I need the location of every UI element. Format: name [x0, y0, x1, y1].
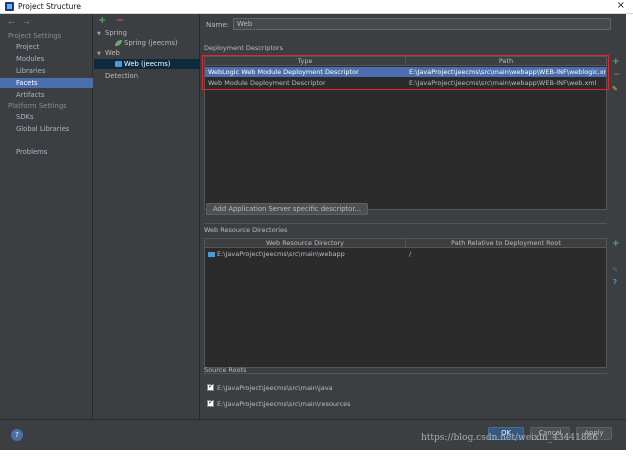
- nav-item-sdks[interactable]: SDKs: [0, 112, 93, 122]
- folder-icon: [208, 252, 215, 257]
- back-forward-arrows-icon[interactable]: ← →: [8, 18, 33, 27]
- edit-descriptor-icon[interactable]: ✎: [612, 85, 618, 93]
- intellij-app-icon: [5, 2, 14, 11]
- nav-item-problems[interactable]: Problems: [0, 147, 93, 157]
- web-facet-icon: [115, 61, 122, 67]
- name-label: Name:: [206, 21, 230, 29]
- deployment-descriptors-title: Deployment Descriptors: [204, 44, 283, 52]
- platform-settings-header: Platform Settings: [8, 102, 67, 110]
- facet-settings-panel: Name: Web Deployment Descriptors Type Pa…: [201, 14, 626, 419]
- tree-node-label: Web: [105, 49, 120, 57]
- tree-node-spring-jeecms[interactable]: Spring (jeecms): [94, 38, 200, 48]
- tree-node-spring[interactable]: ▼ Spring: [94, 28, 200, 38]
- resource-directory-path: E:\JavaProject\jeecms\src\main\webapp: [217, 250, 345, 258]
- tree-node-label: Spring (jeecms): [124, 39, 178, 47]
- remove-facet-icon[interactable]: −: [116, 15, 124, 26]
- title-bar: Project Structure ×: [0, 0, 633, 14]
- help-question-icon[interactable]: ?: [613, 278, 617, 286]
- add-resource-directory-icon[interactable]: +: [612, 239, 620, 249]
- highlight-box: [202, 55, 609, 90]
- web-resource-directories-title: Web Resource Directories: [204, 226, 288, 234]
- settings-nav: ← → Project Settings Project Modules Lib…: [0, 14, 93, 419]
- separator: [204, 223, 607, 224]
- blog-watermark: https://blog.csdn.net/weixin_43441866: [421, 433, 599, 443]
- add-server-descriptor-button[interactable]: Add Application Server specific descript…: [206, 203, 368, 215]
- web-resource-directories-table: Web Resource Directory Path Relative to …: [204, 238, 607, 368]
- resource-directory-cell: E:\JavaProject\jeecms\src\main\webapp: [205, 249, 406, 259]
- help-icon[interactable]: ?: [11, 429, 23, 441]
- project-settings-header: Project Settings: [8, 32, 62, 40]
- separator: [204, 373, 607, 374]
- table-header: Web Resource Directory Path Relative to …: [205, 239, 606, 248]
- window-edge-bottom: [0, 450, 626, 458]
- tree-toolbar: + −: [98, 15, 124, 26]
- tree-node-label: Spring: [105, 29, 127, 37]
- spring-leaf-icon: [115, 40, 122, 46]
- add-facet-icon[interactable]: +: [98, 15, 106, 26]
- edit-resource-directory-icon[interactable]: ✎: [612, 266, 618, 274]
- nav-item-artifacts[interactable]: Artifacts: [0, 90, 93, 100]
- tree-node-label: Detection: [105, 72, 139, 80]
- source-root-path: E:\JavaProject\jeecms\src\main\resources: [217, 400, 351, 408]
- expand-arrow-icon[interactable]: ▼: [97, 49, 105, 59]
- source-root-checkbox[interactable]: [207, 398, 214, 407]
- window-title: Project Structure: [18, 2, 81, 11]
- relative-path-cell: /: [409, 250, 412, 258]
- close-window-icon[interactable]: ×: [617, 0, 625, 11]
- nav-item-facets[interactable]: Facets: [0, 78, 93, 88]
- facets-tree: + − ▼ Spring Spring (jeecms) ▼ Web Web (je…: [94, 14, 200, 419]
- dialog-button-bar: ? OK Cancel Apply https://blog.csdn.net/…: [0, 419, 626, 450]
- project-structure-dialog: ← → Project Settings Project Modules Lib…: [0, 14, 626, 450]
- tree-node-web-jeecms[interactable]: Web (jeecms): [94, 59, 200, 69]
- nav-item-libraries[interactable]: Libraries: [0, 66, 93, 76]
- add-descriptor-icon[interactable]: +: [612, 57, 620, 67]
- source-root-item[interactable]: E:\JavaProject\jeecms\src\main\resources: [207, 398, 351, 409]
- tree-node-web[interactable]: ▼ Web: [94, 48, 200, 58]
- tree-node-detection[interactable]: Detection: [94, 71, 200, 81]
- table-row[interactable]: E:\JavaProject\jeecms\src\main\webapp /: [205, 249, 606, 259]
- nav-item-modules[interactable]: Modules: [0, 54, 93, 64]
- tree-node-label: Web (jeecms): [124, 60, 171, 68]
- source-root-checkbox[interactable]: [207, 382, 214, 391]
- window-edge-right: [626, 14, 633, 458]
- source-roots-title: Source Roots: [204, 366, 247, 374]
- column-header-directory[interactable]: Web Resource Directory: [205, 239, 406, 248]
- facet-name-input[interactable]: Web: [233, 18, 611, 30]
- nav-item-global-libraries[interactable]: Global Libraries: [0, 124, 93, 134]
- nav-item-project[interactable]: Project: [0, 42, 93, 52]
- source-root-item[interactable]: E:\JavaProject\jeecms\src\main\java: [207, 382, 333, 393]
- remove-descriptor-icon[interactable]: −: [613, 70, 621, 80]
- column-header-relative-path[interactable]: Path Relative to Deployment Root: [406, 239, 606, 248]
- source-root-path: E:\JavaProject\jeecms\src\main\java: [217, 384, 333, 392]
